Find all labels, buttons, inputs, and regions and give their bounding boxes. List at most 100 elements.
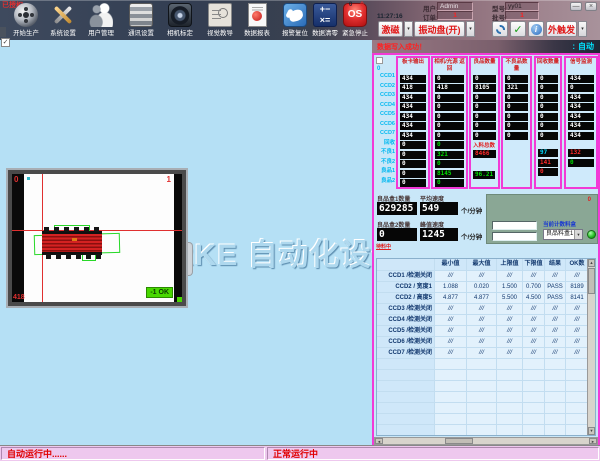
table-row[interactable]: CCD4 /检测关闭//////////////////: [377, 315, 589, 326]
table-header: 最大值: [467, 259, 497, 270]
table-cell: ///: [545, 326, 566, 336]
table-cell: [545, 381, 566, 391]
horizontal-scrollbar[interactable]: ◄ ►: [374, 437, 598, 445]
tray-select[interactable]: 良品料盒1 ▼: [543, 229, 583, 240]
table-header: 结果: [545, 259, 566, 270]
batch-field[interactable]: 1: [505, 11, 539, 20]
stats-value: 0: [473, 75, 496, 83]
stats-value: 434: [568, 94, 594, 102]
stats-value: 434: [568, 103, 594, 111]
chevron-down-icon[interactable]: ▼: [574, 230, 582, 239]
scroll-up-icon[interactable]: ▲: [588, 259, 595, 267]
table-row[interactable]: [377, 403, 589, 414]
tray-input-2[interactable]: [492, 232, 537, 241]
stats-value: 0: [435, 94, 464, 102]
data-panel: 0 CCD1CCD2CCD3CCD4CCD5CCD6CCD7回收不良1不良2良品…: [372, 53, 600, 445]
table-row[interactable]: CCD6 /检测关闭//////////////////: [377, 337, 589, 348]
stats-value: 0: [435, 160, 464, 168]
toolbar-button-user-management[interactable]: 用户管理: [83, 1, 119, 39]
vibrator-dropdown[interactable]: ▾: [466, 21, 475, 37]
table-row[interactable]: CCD5 /检测关闭//////////////////: [377, 326, 589, 337]
toolbar-button-camera-calibration[interactable]: 相机标定: [162, 1, 198, 39]
stats-value: 0: [505, 122, 528, 130]
model-field[interactable]: yy01: [505, 2, 539, 11]
table-header: 下限值: [523, 259, 545, 270]
stats-row-label: 不良1: [374, 148, 395, 158]
table-cell: [523, 425, 545, 435]
table-row-label: [377, 392, 435, 402]
table-row[interactable]: CCD1 /检测关闭//////////////////: [377, 271, 589, 282]
table-row[interactable]: [377, 381, 589, 392]
vibrator-button[interactable]: 振动盘(开): [414, 21, 465, 37]
stats-checkbox[interactable]: [376, 57, 383, 64]
scroll-right-icon[interactable]: ►: [589, 438, 597, 444]
order-field[interactable]: 1: [437, 11, 473, 20]
trigger-dropdown[interactable]: ▾: [578, 21, 587, 37]
settings-gear-button[interactable]: [492, 21, 508, 37]
vertical-scrollbar[interactable]: ▲ ▼: [587, 259, 595, 435]
stats-value: 8105: [473, 84, 496, 92]
table-cell: [467, 425, 497, 435]
stats-value: 0: [505, 75, 528, 83]
close-button[interactable]: ×: [585, 2, 597, 11]
camera-view[interactable]: 0 1 418 -1 OK: [8, 170, 186, 306]
stats-extra-value: 0: [568, 159, 594, 167]
toolbar-button-start-production[interactable]: 开始生产: [8, 1, 44, 39]
toolbar-button-label: 系统设置: [46, 28, 79, 37]
vertical-scroll-thumb[interactable]: [588, 268, 595, 294]
table-cell: ///: [545, 337, 566, 347]
toolbar-button-data-report[interactable]: 数据报表: [239, 1, 275, 39]
confirm-button[interactable]: ✓: [510, 21, 526, 37]
report-icon: [248, 3, 267, 27]
stats-value: 0: [505, 132, 528, 140]
stats-value: 0: [568, 84, 594, 92]
table-cell: [523, 403, 545, 413]
excite-dropdown[interactable]: ▾: [404, 21, 413, 37]
table-row[interactable]: CCD2 / 宽度11.0880.0201.5000.700PASS8189: [377, 282, 589, 293]
user-field[interactable]: Admin: [437, 2, 473, 11]
table-row-label: CCD5 /检测关闭: [377, 326, 435, 336]
toolbar-button-comm-settings[interactable]: 通讯设置: [123, 1, 159, 39]
table-body: 最小值最大值上限值下限值结果OK数CCD1 /检测关闭/////////////…: [377, 259, 595, 436]
table-cell: [523, 370, 545, 380]
table-row[interactable]: [377, 370, 589, 381]
status-led: [587, 230, 596, 239]
stats-value: 0: [505, 113, 528, 121]
stats-column-header: 良品数量: [471, 58, 498, 73]
table-row[interactable]: [377, 359, 589, 370]
toolbar-button-vision-teaching[interactable]: 视觉教导: [202, 1, 238, 39]
info-button[interactable]: i: [528, 21, 544, 37]
mark-dot: [72, 238, 77, 241]
table-row[interactable]: CCD2 / 高度54.8774.8775.5004.500PASS8141: [377, 293, 589, 304]
table-row[interactable]: CCD3 /检测关闭//////////////////: [377, 304, 589, 315]
table-row[interactable]: [377, 425, 589, 436]
table-row-label: [377, 403, 435, 413]
horizontal-scroll-thumb[interactable]: [445, 438, 473, 444]
table-row[interactable]: [377, 392, 589, 403]
table-cell: ///: [467, 315, 497, 325]
table-row[interactable]: [377, 414, 589, 425]
stats-value: 418: [400, 84, 426, 92]
scroll-left-icon[interactable]: ◄: [375, 438, 383, 444]
toolbar-button-system-settings[interactable]: 系统设置: [45, 1, 81, 39]
stats-column-header: 信号监测: [566, 58, 596, 73]
scroll-down-icon[interactable]: ▼: [588, 427, 595, 435]
table-cell: [497, 425, 523, 435]
table-cell: [435, 425, 467, 435]
mode-indicator: 自动: [578, 41, 600, 52]
stats-column-6: 信号监测43404344344344344341320: [564, 56, 598, 189]
stats-row-label: 良品1: [374, 167, 395, 177]
panel-collapse-tab[interactable]: [185, 242, 193, 276]
tray-input-1[interactable]: [492, 221, 537, 230]
table-cell: ///: [523, 271, 545, 281]
table-cell: ///: [497, 348, 523, 358]
table-cell: ///: [497, 326, 523, 336]
cursor-dot: [27, 177, 30, 180]
table-cell: [497, 370, 523, 380]
minimize-button[interactable]: —: [570, 2, 582, 11]
table-row-label: [377, 359, 435, 369]
table-row[interactable]: CCD7 /检测关闭//////////////////: [377, 348, 589, 359]
external-trigger-button[interactable]: 外触发: [546, 21, 577, 37]
excite-button[interactable]: 激磁: [378, 21, 403, 37]
edge-checkbox[interactable]: ✓: [1, 38, 10, 47]
